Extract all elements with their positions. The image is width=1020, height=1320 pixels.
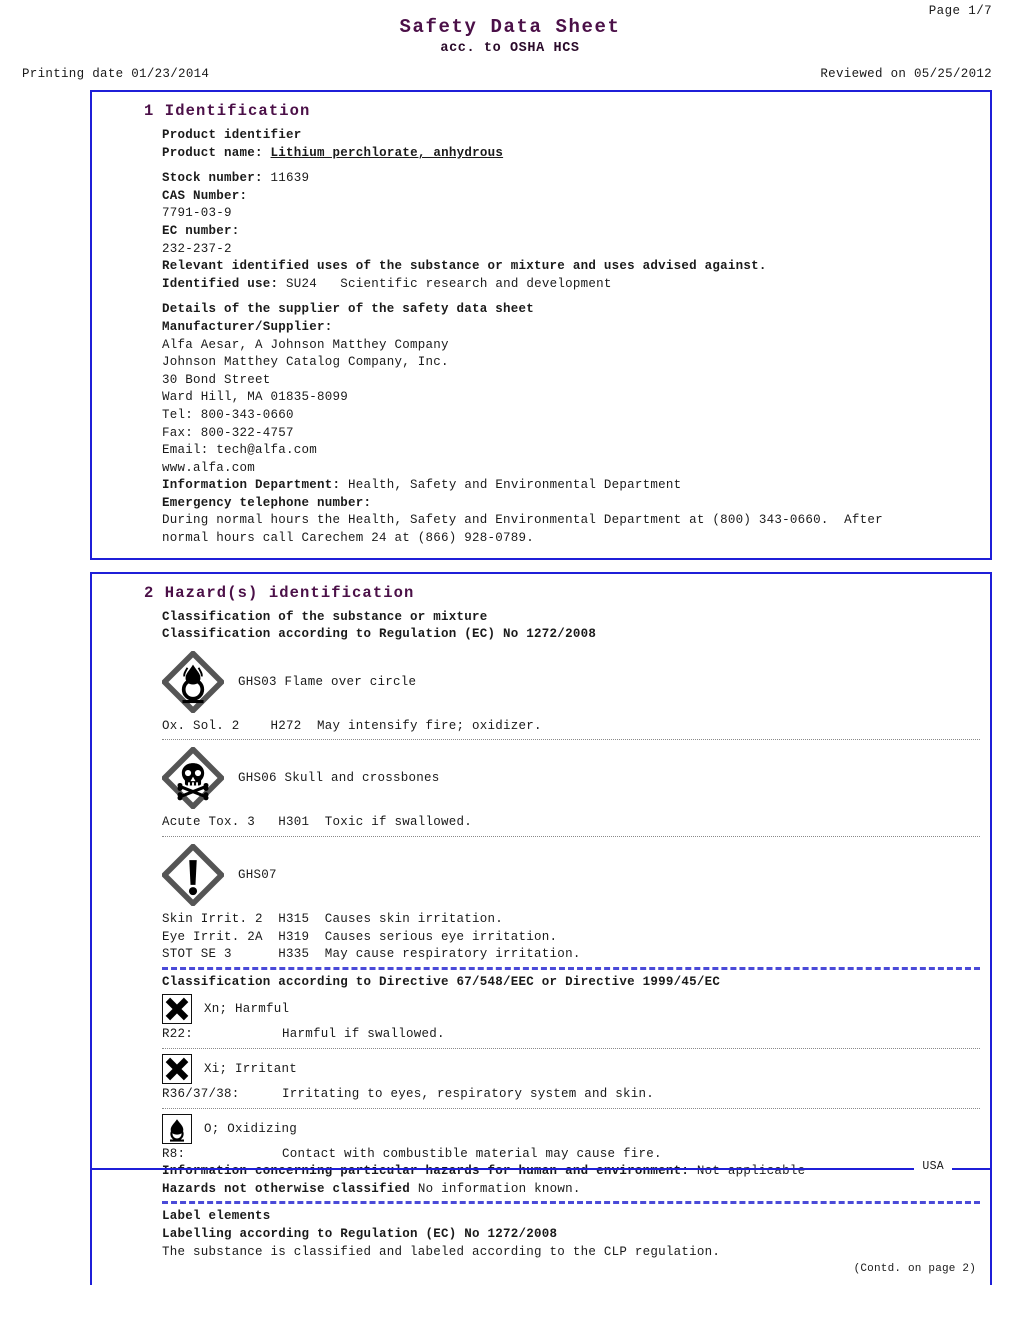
manufacturer-label: Manufacturer/Supplier:	[162, 319, 333, 334]
address-line: Ward Hill, MA 01835-8099	[162, 390, 349, 405]
stock-number-value: 11639	[270, 171, 310, 186]
product-name-label: Product name:	[162, 145, 263, 160]
xi-irritant-x-symbol-icon	[162, 1054, 192, 1084]
dotted-separator	[162, 1107, 980, 1109]
section-2-hazards-identification: 2 Hazard(s) identification Classificatio…	[90, 571, 992, 1286]
directive-classification-label: Classification according to Directive 67…	[162, 974, 721, 989]
ec-number-value: 232-237-2	[162, 241, 232, 256]
ghs06-skull-and-crossbones-icon	[162, 747, 224, 810]
r-phrase-row: R22: Harmful if swallowed.	[162, 1026, 980, 1044]
cas-number-label: CAS Number:	[162, 188, 248, 203]
identified-use-label: Identified use:	[162, 276, 279, 291]
hazard-statement-line: Ox. Sol. 2 H272 May intensify fire; oxid…	[162, 718, 542, 733]
information-department-value: Health, Safety and Environmental Departm…	[348, 478, 682, 493]
stock-number-row: Stock number: 11639	[162, 170, 980, 188]
document-title: Safety Data Sheet	[399, 16, 621, 38]
r-phrase-row: R36/37/38: Irritating to eyes, respirato…	[162, 1086, 980, 1104]
product-name-value: Lithium perchlorate, anhydrous	[270, 145, 504, 160]
emergency-line-2: normal hours call Carechem 24 at (866) 9…	[162, 531, 535, 546]
stock-number-label: Stock number:	[162, 171, 263, 186]
r-phrase-text: Harmful if swallowed.	[282, 1027, 445, 1042]
reviewed-on-date: Reviewed on 05/25/2012	[820, 67, 992, 81]
fax-line: Fax: 800-322-4757	[162, 425, 294, 440]
xn-harmful-row: Xn; Harmful	[162, 994, 980, 1025]
supplier-details-label: Details of the supplier of the safety da…	[162, 302, 535, 317]
identified-use-row: Identified use: SU24 Scientific research…	[162, 276, 980, 294]
information-department-row: Information Department: Health, Safety a…	[162, 477, 980, 495]
document-subtitle: acc. to OSHA HCS	[440, 41, 580, 56]
label-elements-label: Label elements	[162, 1209, 271, 1224]
footer-rule-left	[92, 1167, 915, 1170]
emergency-telephone-label: Emergency telephone number:	[162, 495, 372, 510]
labelling-regulation-label: Labelling according to Regulation (EC) N…	[162, 1226, 558, 1241]
section-1-identification: 1 Identification Product identifier Prod…	[90, 90, 992, 560]
product-name-row: Product name: Lithium perchlorate, anhyd…	[162, 145, 980, 163]
product-identifier-label: Product identifier	[162, 128, 302, 142]
identified-use-value: SU24 Scientific research and development	[286, 276, 612, 291]
document-meta-row: Printing date 01/23/2014 Reviewed on 05/…	[0, 67, 1020, 81]
printing-date: Printing date 01/23/2014	[22, 67, 210, 81]
ghs07-pictogram-label: GHS07	[238, 868, 277, 883]
xn-harmful-x-symbol-icon	[162, 994, 192, 1025]
footer-rule: USA	[92, 1160, 992, 1175]
hnoc-label: Hazards not otherwise classified	[162, 1181, 411, 1196]
r-phrase-code: R22:	[162, 1027, 194, 1042]
dotted-separator	[162, 739, 980, 741]
section-2-body: Classification of the substance or mixtu…	[162, 609, 980, 1276]
address-line: 30 Bond Street	[162, 372, 271, 387]
email-line: Email: tech@alfa.com	[162, 443, 318, 458]
classification-label: Classification of the substance or mixtu…	[162, 609, 488, 624]
relevant-uses-label: Relevant identified uses of the substanc…	[162, 259, 767, 274]
footer-country-label: USA	[922, 1160, 944, 1173]
page-number: Page 1/7	[928, 4, 992, 18]
ghs07-exclamation-mark-icon	[162, 844, 224, 907]
page-footer: USA	[0, 1156, 1020, 1173]
cas-number-value: 7791-03-9	[162, 206, 232, 221]
r-phrase-code: R36/37/38:	[162, 1087, 240, 1101]
address-line: Johnson Matthey Catalog Company, Inc.	[162, 355, 449, 370]
xn-harmful-label: Xn; Harmful	[204, 1002, 290, 1017]
footer-rule-right	[952, 1167, 992, 1170]
continued-on-page-note: (Contd. on page 2)	[853, 1263, 976, 1276]
r-phrase-text: Irritating to eyes, respiratory system a…	[282, 1087, 655, 1101]
ghs03-pictogram-label: GHS03 Flame over circle	[238, 674, 417, 689]
hnoc-value: No information known.	[417, 1181, 581, 1196]
section-2-heading: 2 Hazard(s) identification	[144, 583, 415, 602]
dotted-separator	[162, 836, 980, 838]
o-oxidizing-label: O; Oxidizing	[204, 1121, 298, 1136]
ghs06-pictogram-row: GHS06 Skull and crossbones	[162, 746, 980, 810]
telephone-line: Tel: 800-343-0660	[162, 407, 294, 422]
hazard-statement-line: Eye Irrit. 2A H319 Causes serious eye ir…	[162, 929, 558, 944]
blue-dashed-separator	[162, 1201, 980, 1205]
ghs03-pictogram-row: GHS03 Flame over circle	[162, 650, 980, 714]
clp-regulation-text: The substance is classified and labeled …	[162, 1244, 721, 1259]
website-line: www.alfa.com	[162, 460, 256, 475]
o-oxidizing-flame-symbol-icon	[162, 1113, 192, 1144]
emergency-line-1: During normal hours the Health, Safety a…	[162, 513, 883, 528]
ec-number-label: EC number:	[162, 223, 240, 238]
hnoc-row: Hazards not otherwise classified No info…	[162, 1181, 980, 1199]
xi-irritant-label: Xi; Irritant	[204, 1062, 298, 1076]
classification-regulation-label: Classification according to Regulation (…	[162, 627, 597, 642]
sds-page: Page 1/7 Safety Data Sheet acc. to OSHA …	[0, 0, 1020, 1320]
dotted-separator	[162, 1048, 980, 1049]
ghs03-flame-over-circle-icon	[162, 650, 224, 713]
blue-dashed-separator	[162, 966, 980, 970]
hazard-statement-line: Skin Irrit. 2 H315 Causes skin irritatio…	[162, 912, 504, 927]
section-1-body: Product identifier Product name: Lithium…	[162, 127, 980, 548]
xi-irritant-row: Xi; Irritant	[162, 1054, 980, 1084]
ghs06-pictogram-label: GHS06 Skull and crossbones	[238, 771, 440, 786]
hazard-statement-line: STOT SE 3 H335 May cause respiratory irr…	[162, 947, 581, 962]
o-oxidizing-row: O; Oxidizing	[162, 1113, 980, 1144]
ghs07-pictogram-row: GHS07	[162, 843, 980, 907]
hazard-statement-line: Acute Tox. 3 H301 Toxic if swallowed.	[162, 815, 473, 830]
address-line: Alfa Aesar, A Johnson Matthey Company	[162, 337, 449, 352]
information-department-label: Information Department:	[162, 478, 341, 493]
section-1-heading: 1 Identification	[144, 102, 311, 120]
